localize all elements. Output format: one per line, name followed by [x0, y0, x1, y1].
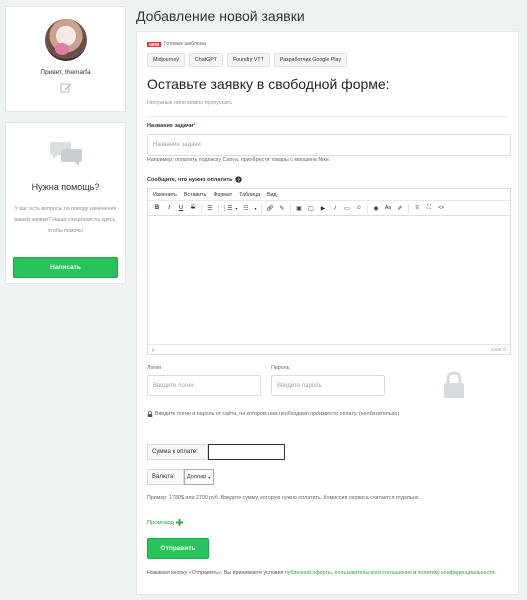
login-input[interactable]: Введите логин [147, 375, 261, 396]
menu-insert[interactable]: Вставить [184, 192, 206, 198]
video-icon[interactable]: ▶ [317, 203, 329, 214]
menu-format[interactable]: Формат [213, 192, 232, 198]
submit-button[interactable]: Отправить [147, 538, 209, 559]
page-title: Добавление новой заявки [136, 8, 305, 24]
edit-icon[interactable] [60, 82, 72, 94]
chevron-down-icon[interactable]: ▾ [252, 203, 259, 214]
request-form: NEW Готовые шаблоны Midjourney ChatGPT F… [136, 31, 519, 595]
toolbar-separator [367, 203, 368, 213]
chat-icon [49, 142, 82, 166]
avatar[interactable] [44, 19, 87, 61]
help-circle-icon[interactable]: ? [234, 176, 242, 183]
editor-path: p [152, 347, 155, 352]
code-edit-icon[interactable]: ✐ [394, 203, 406, 214]
lock-icon [444, 372, 464, 398]
editor-menubar: Изменить Вставить Формат Таблица Вид [148, 189, 510, 201]
media-icon[interactable]: ▭ [341, 203, 353, 214]
task-name-hint: Например: оплатить подписку Canva, приоб… [147, 157, 331, 163]
terms-text: Нажимая кнопку «Отправить», Вы принимает… [147, 570, 497, 576]
profile-card: Привет, themarfa [5, 6, 126, 112]
amount-label: Сумма к оплате: [147, 444, 208, 460]
fullscreen-icon[interactable]: ⛶ [423, 203, 435, 214]
audio-icon[interactable]: ♪ [329, 203, 341, 214]
amount-input[interactable] [208, 444, 285, 460]
clear-format-icon[interactable]: ≡ [411, 203, 423, 214]
templates-header: NEW Готовые шаблоны [147, 41, 206, 47]
user-agreement-link[interactable]: пользовательского соглашения [335, 570, 412, 576]
help-title: Нужна помощь? [31, 182, 100, 192]
toolbar-separator [261, 203, 262, 213]
template-chip-foundry-vtt[interactable]: Foundry VTT [227, 53, 270, 67]
password-label: Пароль [271, 365, 290, 371]
templates-label: Готовые шаблоны [164, 41, 207, 47]
currency-value: Доллар [187, 474, 207, 480]
menu-table[interactable]: Таблица [239, 192, 260, 198]
amount-hint: Пример: 1780$ или 2700 руб. Введите сумм… [147, 495, 421, 501]
login-label: Логин [147, 365, 162, 371]
currency-select[interactable]: Доллар ▾ [184, 469, 214, 485]
bullet-list-icon[interactable]: ⋮☰ [221, 203, 233, 214]
editor-body[interactable] [148, 216, 510, 343]
menu-edit[interactable]: Изменить [153, 192, 177, 198]
optional-note: Ненужные поля можно пропускать [147, 100, 232, 106]
greeting: Привет, themarfa [40, 69, 91, 76]
task-name-label: Название задачи* [147, 123, 196, 129]
rich-text-editor[interactable]: Изменить Вставить Формат Таблица Вид B I… [147, 188, 511, 355]
file-icon[interactable]: ▢ [305, 203, 317, 214]
italic-icon[interactable]: I [163, 203, 175, 214]
password-input[interactable]: Введите пароль [271, 375, 385, 396]
unlink-icon[interactable]: ✎ [276, 203, 288, 214]
link-icon[interactable]: 🔗︎ [264, 203, 276, 214]
write-button[interactable]: Написать [13, 257, 118, 278]
help-card: Нужна помощь? У вас есть вопросы по пово… [5, 122, 126, 284]
strikethrough-icon[interactable]: S [187, 203, 199, 214]
underline-icon[interactable]: U [175, 203, 187, 214]
word-count: слов: 0 [490, 347, 506, 352]
menu-view[interactable]: Вид [267, 192, 277, 198]
form-title: Оставьте заявку в свободной форме: [147, 76, 390, 92]
help-text: У вас есть вопросы по поводу изменения в… [14, 206, 117, 234]
source-code-icon[interactable]: <> [435, 203, 447, 214]
template-chips: Midjourney ChatGPT Foundry VTT Разработч… [147, 53, 348, 67]
toolbar-separator [290, 203, 291, 213]
lock-small-icon [147, 411, 153, 417]
svg-text:?: ? [237, 177, 240, 183]
numbered-list-icon[interactable]: ☷ [240, 203, 252, 214]
template-chip-chatgpt[interactable]: ChatGPT [188, 53, 223, 67]
chevron-down-icon[interactable]: ▾ [233, 203, 240, 214]
credentials-hint: Введите логин и пароль от сайта, на кото… [155, 411, 400, 417]
toolbar-separator [201, 203, 202, 213]
image-icon[interactable]: ▣ [293, 203, 305, 214]
credentials-hint-row: Введите логин и пароль от сайта, на кото… [147, 411, 399, 417]
toolbar-separator [408, 203, 409, 213]
task-name-input[interactable]: Название задачи [147, 134, 511, 156]
toolbar-separator [218, 203, 219, 213]
align-center-icon[interactable]: ☰ [204, 203, 216, 214]
template-chip-google-play[interactable]: Разработчик Google Play [273, 53, 348, 67]
promo-toggle[interactable]: Промокод [147, 519, 183, 526]
font-icon[interactable]: Aa [382, 203, 394, 214]
preview-icon[interactable]: ◉ [370, 203, 382, 214]
currency-label: Валюта: [147, 469, 184, 485]
divider [147, 116, 508, 117]
bold-icon[interactable]: B [151, 203, 163, 214]
privacy-policy-link[interactable]: политику конфиденциальности [418, 570, 495, 576]
template-chip-midjourney[interactable]: Midjourney [147, 53, 185, 67]
emoji-icon[interactable]: ☺ [353, 203, 365, 214]
editor-toolbar: B I U S ☰ ⋮☰ ▾ ☷ ▾ 🔗︎ ✎ ▣ ▢ ▶ ♪ ▭ ☺ ◉ Aa… [148, 201, 510, 216]
editor-statusbar: p слов: 0 [148, 344, 510, 354]
promo-label: Промокод [147, 519, 174, 526]
plus-icon [175, 519, 183, 526]
details-label: Сообщите, что нужно оплатить ? [147, 176, 242, 183]
chevron-down-icon: ▾ [208, 474, 211, 480]
public-offer-link[interactable]: публичной оферты [285, 570, 332, 576]
new-badge: NEW [147, 41, 162, 47]
